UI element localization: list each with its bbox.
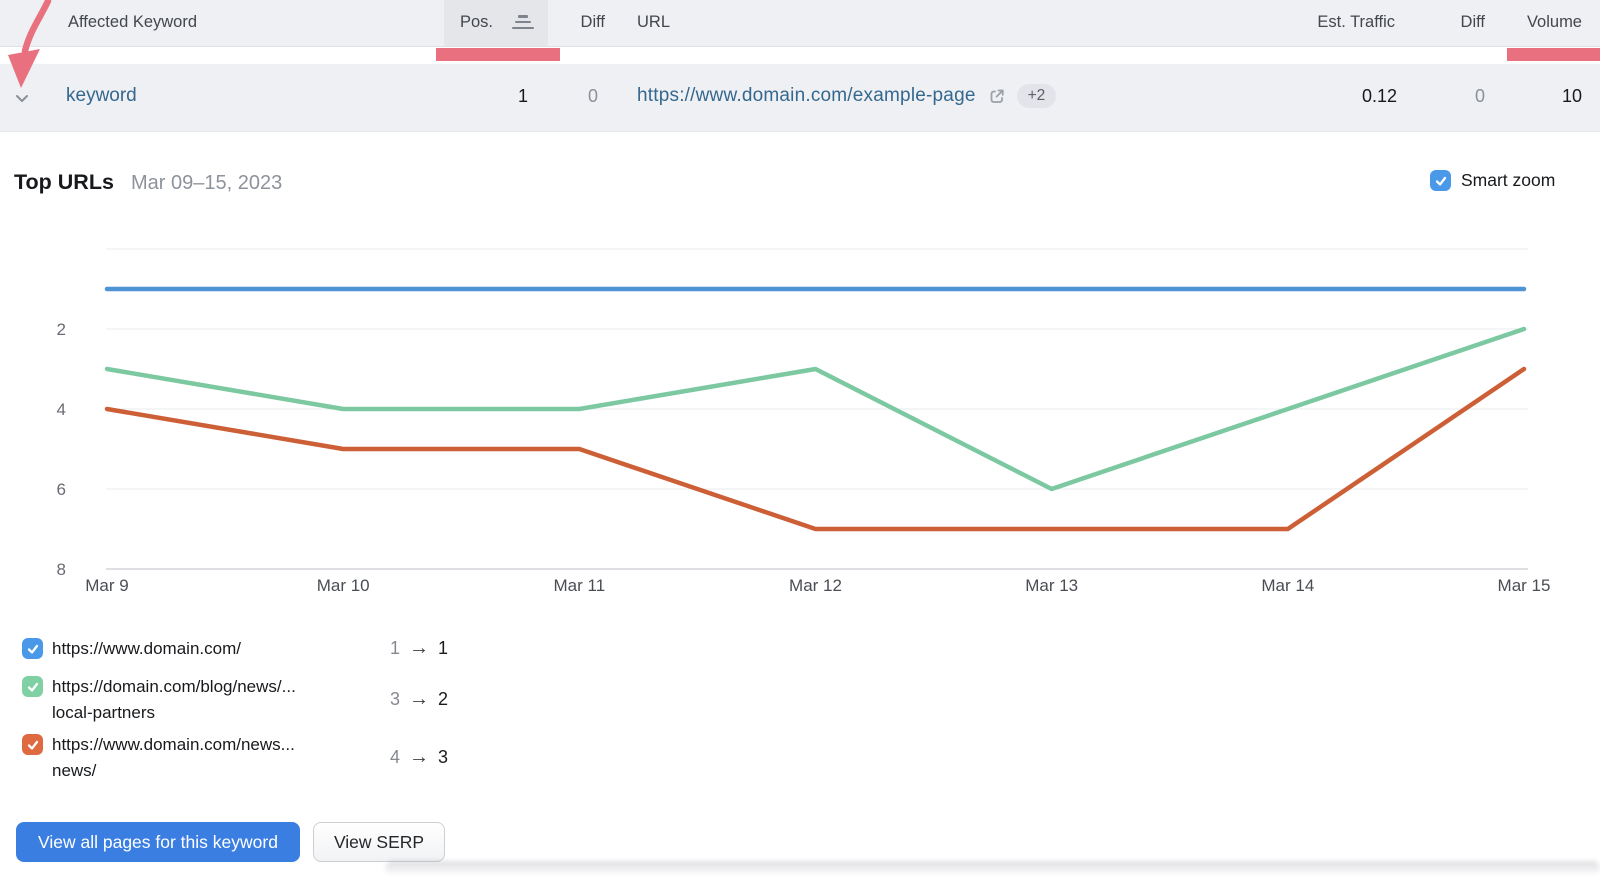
svg-text:8: 8 <box>57 560 66 579</box>
svg-text:Mar 9: Mar 9 <box>85 576 128 595</box>
svg-text:6: 6 <box>57 480 66 499</box>
right-arrow-icon: → <box>409 637 429 660</box>
column-header-diff-position[interactable]: Diff <box>561 13 605 32</box>
url-cell: https://www.domain.com/example-page +2 <box>637 84 1056 108</box>
more-urls-badge[interactable]: +2 <box>1017 84 1057 108</box>
column-header-est-traffic[interactable]: Est. Traffic <box>1275 13 1395 32</box>
legend-url-label: https://www.domain.com/ <box>52 636 382 662</box>
position-change: 4 → 3 <box>390 746 448 769</box>
est-traffic-value: 0.12 <box>1300 86 1397 107</box>
position-change: 1 → 1 <box>390 637 448 660</box>
table-header: Affected Keyword Pos. Diff URL Est. Traf… <box>0 0 1600 47</box>
right-arrow-icon: → <box>409 746 429 769</box>
legend-url-label: https://domain.com/blog/news/...local-pa… <box>52 674 382 726</box>
svg-text:Mar 13: Mar 13 <box>1025 576 1078 595</box>
svg-text:Mar 11: Mar 11 <box>554 576 606 595</box>
date-range: Mar 09–15, 2023 <box>131 172 282 195</box>
column-header-diff-traffic[interactable]: Diff <box>1441 13 1485 32</box>
svg-text:4: 4 <box>57 400 66 419</box>
svg-text:Mar 10: Mar 10 <box>317 576 370 595</box>
svg-text:2: 2 <box>57 320 66 339</box>
external-link-icon[interactable] <box>987 87 1006 106</box>
position-diff-value: 0 <box>548 86 598 107</box>
volume-value: 10 <box>1520 86 1582 107</box>
column-header-affected-keyword[interactable]: Affected Keyword <box>68 13 197 32</box>
position-value: 1 <box>468 86 528 107</box>
sort-icon <box>512 15 534 29</box>
annotation-arrow-icon <box>0 0 75 110</box>
pos-column-highlight <box>436 48 560 61</box>
svg-text:Mar 12: Mar 12 <box>789 576 842 595</box>
bottom-edge-shadow <box>385 861 1600 876</box>
column-header-url[interactable]: URL <box>637 13 670 32</box>
legend-checkbox-orange[interactable] <box>22 734 43 755</box>
view-serp-button[interactable]: View SERP <box>313 822 445 862</box>
positions-line-chart: 2 4 6 8 Mar 9 Mar 10 Mar 11 Mar 12 Mar 13 Mar 14 M… <box>0 240 1600 612</box>
traffic-diff-value: 0 <box>1435 86 1485 107</box>
smart-zoom-checkbox[interactable] <box>1430 170 1451 191</box>
url-link[interactable]: https://www.domain.com/example-page <box>637 85 976 107</box>
column-header-volume[interactable]: Volume <box>1502 13 1582 32</box>
legend-checkbox-green[interactable] <box>22 676 43 697</box>
keyword-top-urls-panel: Affected Keyword Pos. Diff URL Est. Traf… <box>0 0 1600 876</box>
keyword-table-row: keyword 1 0 https://www.domain.com/examp… <box>0 64 1600 132</box>
smart-zoom-label: Smart zoom <box>1461 170 1555 191</box>
svg-text:Mar 14: Mar 14 <box>1261 576 1314 595</box>
position-change: 3 → 2 <box>390 688 448 711</box>
smart-zoom-toggle[interactable]: Smart zoom <box>1430 170 1555 191</box>
action-buttons: View all pages for this keyword View SER… <box>16 822 445 862</box>
volume-column-highlight <box>1507 48 1600 61</box>
legend-url-label: https://www.domain.com/news...news/ <box>52 732 382 784</box>
pos-header-label: Pos. <box>460 13 493 32</box>
section-title: Top URLs <box>14 170 114 195</box>
view-all-pages-button[interactable]: View all pages for this keyword <box>16 822 300 862</box>
legend-checkbox-blue[interactable] <box>22 638 43 659</box>
keyword-link[interactable]: keyword <box>66 85 137 107</box>
right-arrow-icon: → <box>409 688 429 711</box>
svg-text:Mar 15: Mar 15 <box>1498 576 1551 595</box>
column-header-pos[interactable]: Pos. <box>444 0 548 46</box>
